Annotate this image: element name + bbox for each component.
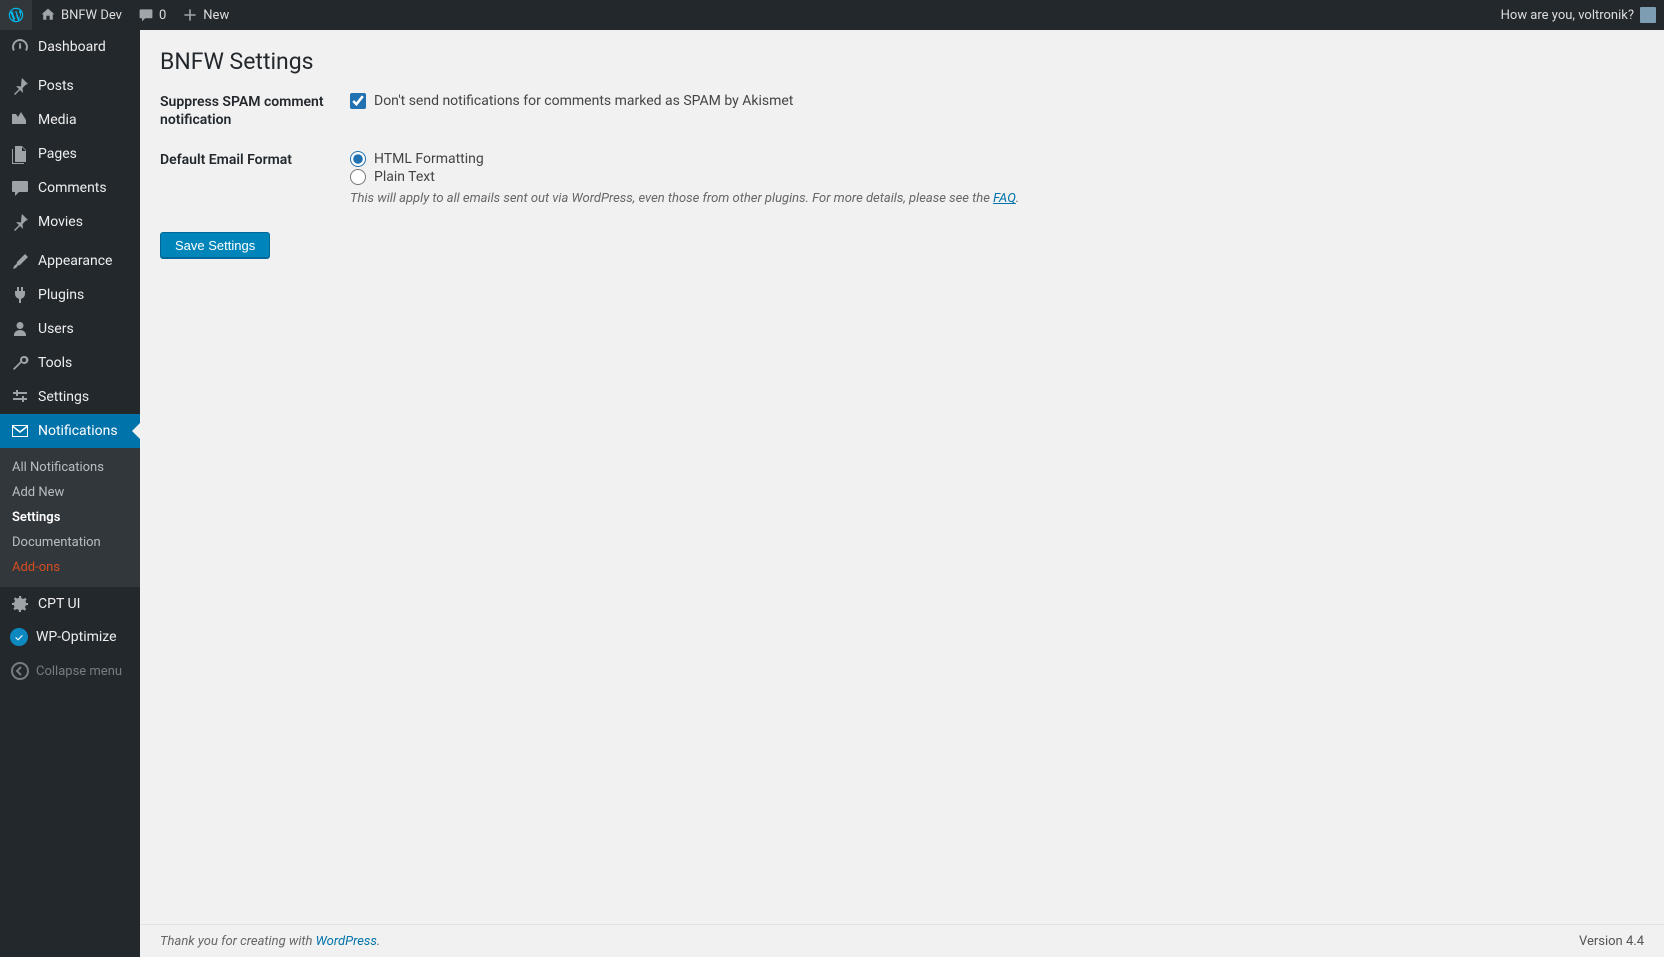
wrench-icon [10, 353, 30, 373]
comment-icon [10, 178, 30, 198]
dashboard-icon [10, 37, 30, 57]
sidebar-item-notifications[interactable]: Notifications [0, 414, 140, 448]
sidebar-item-label: Posts [38, 78, 74, 94]
sidebar-item-media[interactable]: Media [0, 103, 140, 137]
sidebar-item-label: Comments [38, 180, 107, 196]
gear-icon [10, 594, 30, 614]
pin-icon [10, 212, 30, 232]
sidebar-item-label: Settings [38, 389, 89, 405]
check-circle-icon [10, 628, 28, 646]
sidebar-item-label: WP-Optimize [36, 629, 117, 645]
format-html-radio[interactable] [350, 151, 366, 167]
format-desc-post: . [1016, 191, 1019, 206]
sidebar-item-label: Notifications [38, 423, 118, 439]
footer-thank-post: . [377, 934, 380, 949]
admin-footer: Thank you for creating with WordPress. V… [140, 924, 1664, 957]
admin-sidebar: Dashboard Posts Media Pages Comments Mov… [0, 30, 140, 957]
sidebar-item-dashboard[interactable]: Dashboard [0, 30, 140, 64]
admin-bar: BNFW Dev 0 New How are you, voltronik? [0, 0, 1664, 30]
howdy-text: How are you, voltronik? [1501, 8, 1634, 23]
spam-setting-heading: Suppress SPAM comment notification [160, 93, 350, 151]
comments-menu[interactable]: 0 [130, 0, 174, 30]
submenu-add-ons[interactable]: Add-ons [0, 555, 140, 580]
submenu-add-new[interactable]: Add New [0, 480, 140, 505]
pin-icon [10, 76, 30, 96]
format-description: This will apply to all emails sent out v… [350, 191, 1644, 206]
submenu-all-notifications[interactable]: All Notifications [0, 455, 140, 480]
home-icon [40, 7, 56, 23]
settings-form-table: Suppress SPAM comment notification Don't… [160, 93, 1644, 228]
sidebar-item-cpt-ui[interactable]: CPT UI [0, 587, 140, 621]
my-account-menu[interactable]: How are you, voltronik? [1493, 0, 1664, 30]
format-html-label[interactable]: HTML Formatting [374, 151, 484, 167]
main-content: BNFW Settings Suppress SPAM comment noti… [140, 30, 1664, 924]
version-label: Version 4.4 [1579, 934, 1644, 949]
pages-icon [10, 144, 30, 164]
sidebar-item-label: Movies [38, 214, 83, 230]
save-settings-button[interactable]: Save Settings [160, 232, 270, 259]
format-plain-label[interactable]: Plain Text [374, 169, 435, 185]
sidebar-item-users[interactable]: Users [0, 312, 140, 346]
sliders-icon [10, 387, 30, 407]
sidebar-item-comments[interactable]: Comments [0, 171, 140, 205]
sidebar-item-pages[interactable]: Pages [0, 137, 140, 171]
wordpress-icon [8, 7, 24, 23]
suppress-spam-checkbox[interactable] [350, 93, 366, 109]
submenu-settings[interactable]: Settings [0, 505, 140, 530]
footer-thank-pre: Thank you for creating with [160, 934, 316, 949]
plug-icon [10, 285, 30, 305]
faq-link[interactable]: FAQ [993, 191, 1016, 206]
comment-count: 0 [159, 8, 166, 23]
new-content-menu[interactable]: New [174, 0, 237, 30]
page-title: BNFW Settings [160, 48, 1644, 75]
sidebar-item-label: Appearance [38, 253, 112, 269]
site-name-label: BNFW Dev [61, 8, 122, 23]
sidebar-item-label: Media [38, 112, 77, 128]
sidebar-item-wp-optimize[interactable]: WP-Optimize [0, 621, 140, 653]
brush-icon [10, 251, 30, 271]
format-desc-pre: This will apply to all emails sent out v… [350, 191, 993, 206]
sidebar-item-label: Users [38, 321, 74, 337]
wordpress-link[interactable]: WordPress [316, 934, 377, 949]
wp-logo-menu[interactable] [0, 0, 32, 30]
sidebar-item-plugins[interactable]: Plugins [0, 278, 140, 312]
sidebar-item-label: Plugins [38, 287, 84, 303]
collapse-label: Collapse menu [36, 664, 122, 679]
suppress-spam-label[interactable]: Don't send notifications for comments ma… [374, 93, 793, 109]
user-icon [10, 319, 30, 339]
media-icon [10, 110, 30, 130]
sidebar-item-label: CPT UI [38, 596, 80, 612]
sidebar-item-tools[interactable]: Tools [0, 346, 140, 380]
format-plain-radio[interactable] [350, 169, 366, 185]
sidebar-item-settings[interactable]: Settings [0, 380, 140, 414]
avatar [1640, 7, 1656, 23]
sidebar-item-label: Tools [38, 355, 72, 371]
mail-icon [10, 421, 30, 441]
sidebar-item-movies[interactable]: Movies [0, 205, 140, 239]
collapse-menu-button[interactable]: Collapse menu [0, 653, 140, 689]
format-setting-heading: Default Email Format [160, 151, 350, 228]
sidebar-item-posts[interactable]: Posts [0, 69, 140, 103]
submenu-documentation[interactable]: Documentation [0, 530, 140, 555]
site-name-menu[interactable]: BNFW Dev [32, 0, 130, 30]
sidebar-item-appearance[interactable]: Appearance [0, 244, 140, 278]
sidebar-item-label: Pages [38, 146, 77, 162]
plus-icon [182, 7, 198, 23]
footer-thankyou: Thank you for creating with WordPress. [160, 934, 380, 949]
notifications-submenu: All Notifications Add New Settings Docum… [0, 448, 140, 587]
collapse-icon [10, 661, 30, 681]
sidebar-item-label: Dashboard [38, 39, 106, 55]
comments-icon [138, 7, 154, 23]
new-label: New [203, 8, 229, 23]
